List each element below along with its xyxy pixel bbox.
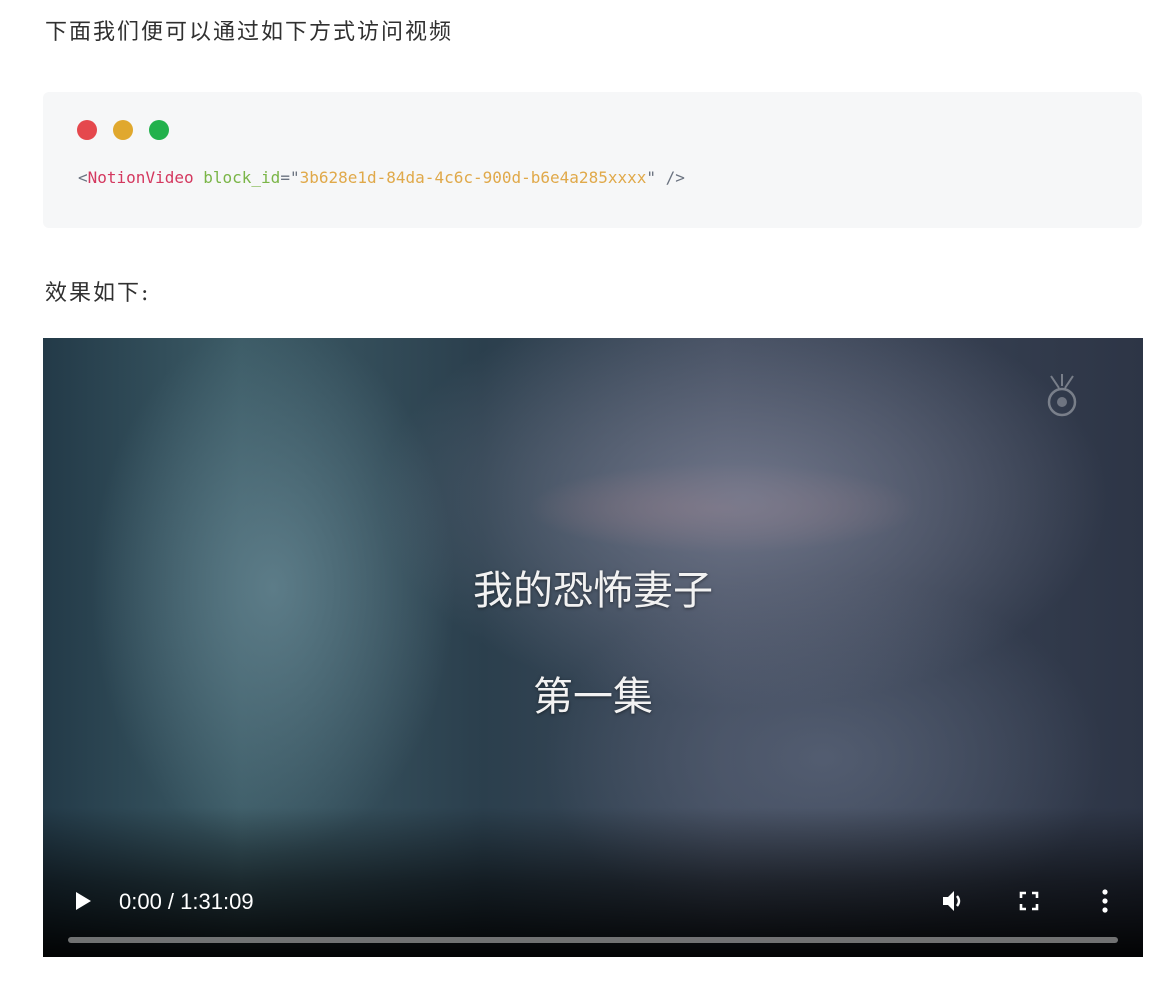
subtitle-title: 我的恐怖妻子 (473, 568, 713, 614)
time-display: 0:00 / 1:31:09 (119, 889, 254, 914)
yellow-dot-icon (113, 120, 133, 140)
fullscreen-icon[interactable] (1015, 887, 1043, 915)
volume-icon[interactable] (939, 887, 967, 915)
code-block: <NotionVideo block_id="3b628e1d-84da-4c6… (43, 92, 1142, 228)
code-open-bracket: < (78, 168, 88, 187)
code-tag-name: NotionVideo (87, 168, 194, 187)
code-close: " /> (646, 168, 685, 187)
video-controls: 0:00 / 1:31:09 (43, 857, 1143, 957)
result-paragraph: 效果如下: (45, 281, 151, 306)
code-equals: =" (280, 168, 300, 187)
code-attr-name: block_id (203, 168, 281, 187)
green-dot-icon (149, 120, 169, 140)
window-dots (77, 120, 169, 140)
video-player[interactable]: 我的恐怖妻子 第一集 0:00 / 1:31:09 (43, 338, 1143, 957)
progress-bar[interactable] (68, 937, 1118, 943)
play-icon[interactable] (71, 889, 95, 913)
more-options-icon[interactable] (1091, 887, 1119, 915)
subtitle-episode: 第一集 (533, 674, 653, 720)
code-line: <NotionVideo block_id="3b628e1d-84da-4c6… (78, 168, 685, 187)
intro-paragraph: 下面我们便可以通过如下方式访问视频 (45, 20, 454, 45)
red-dot-icon (77, 120, 97, 140)
code-attr-value: 3b628e1d-84da-4c6c-900d-b6e4a285xxxx (299, 168, 647, 187)
channel-logo-icon (1047, 374, 1077, 417)
